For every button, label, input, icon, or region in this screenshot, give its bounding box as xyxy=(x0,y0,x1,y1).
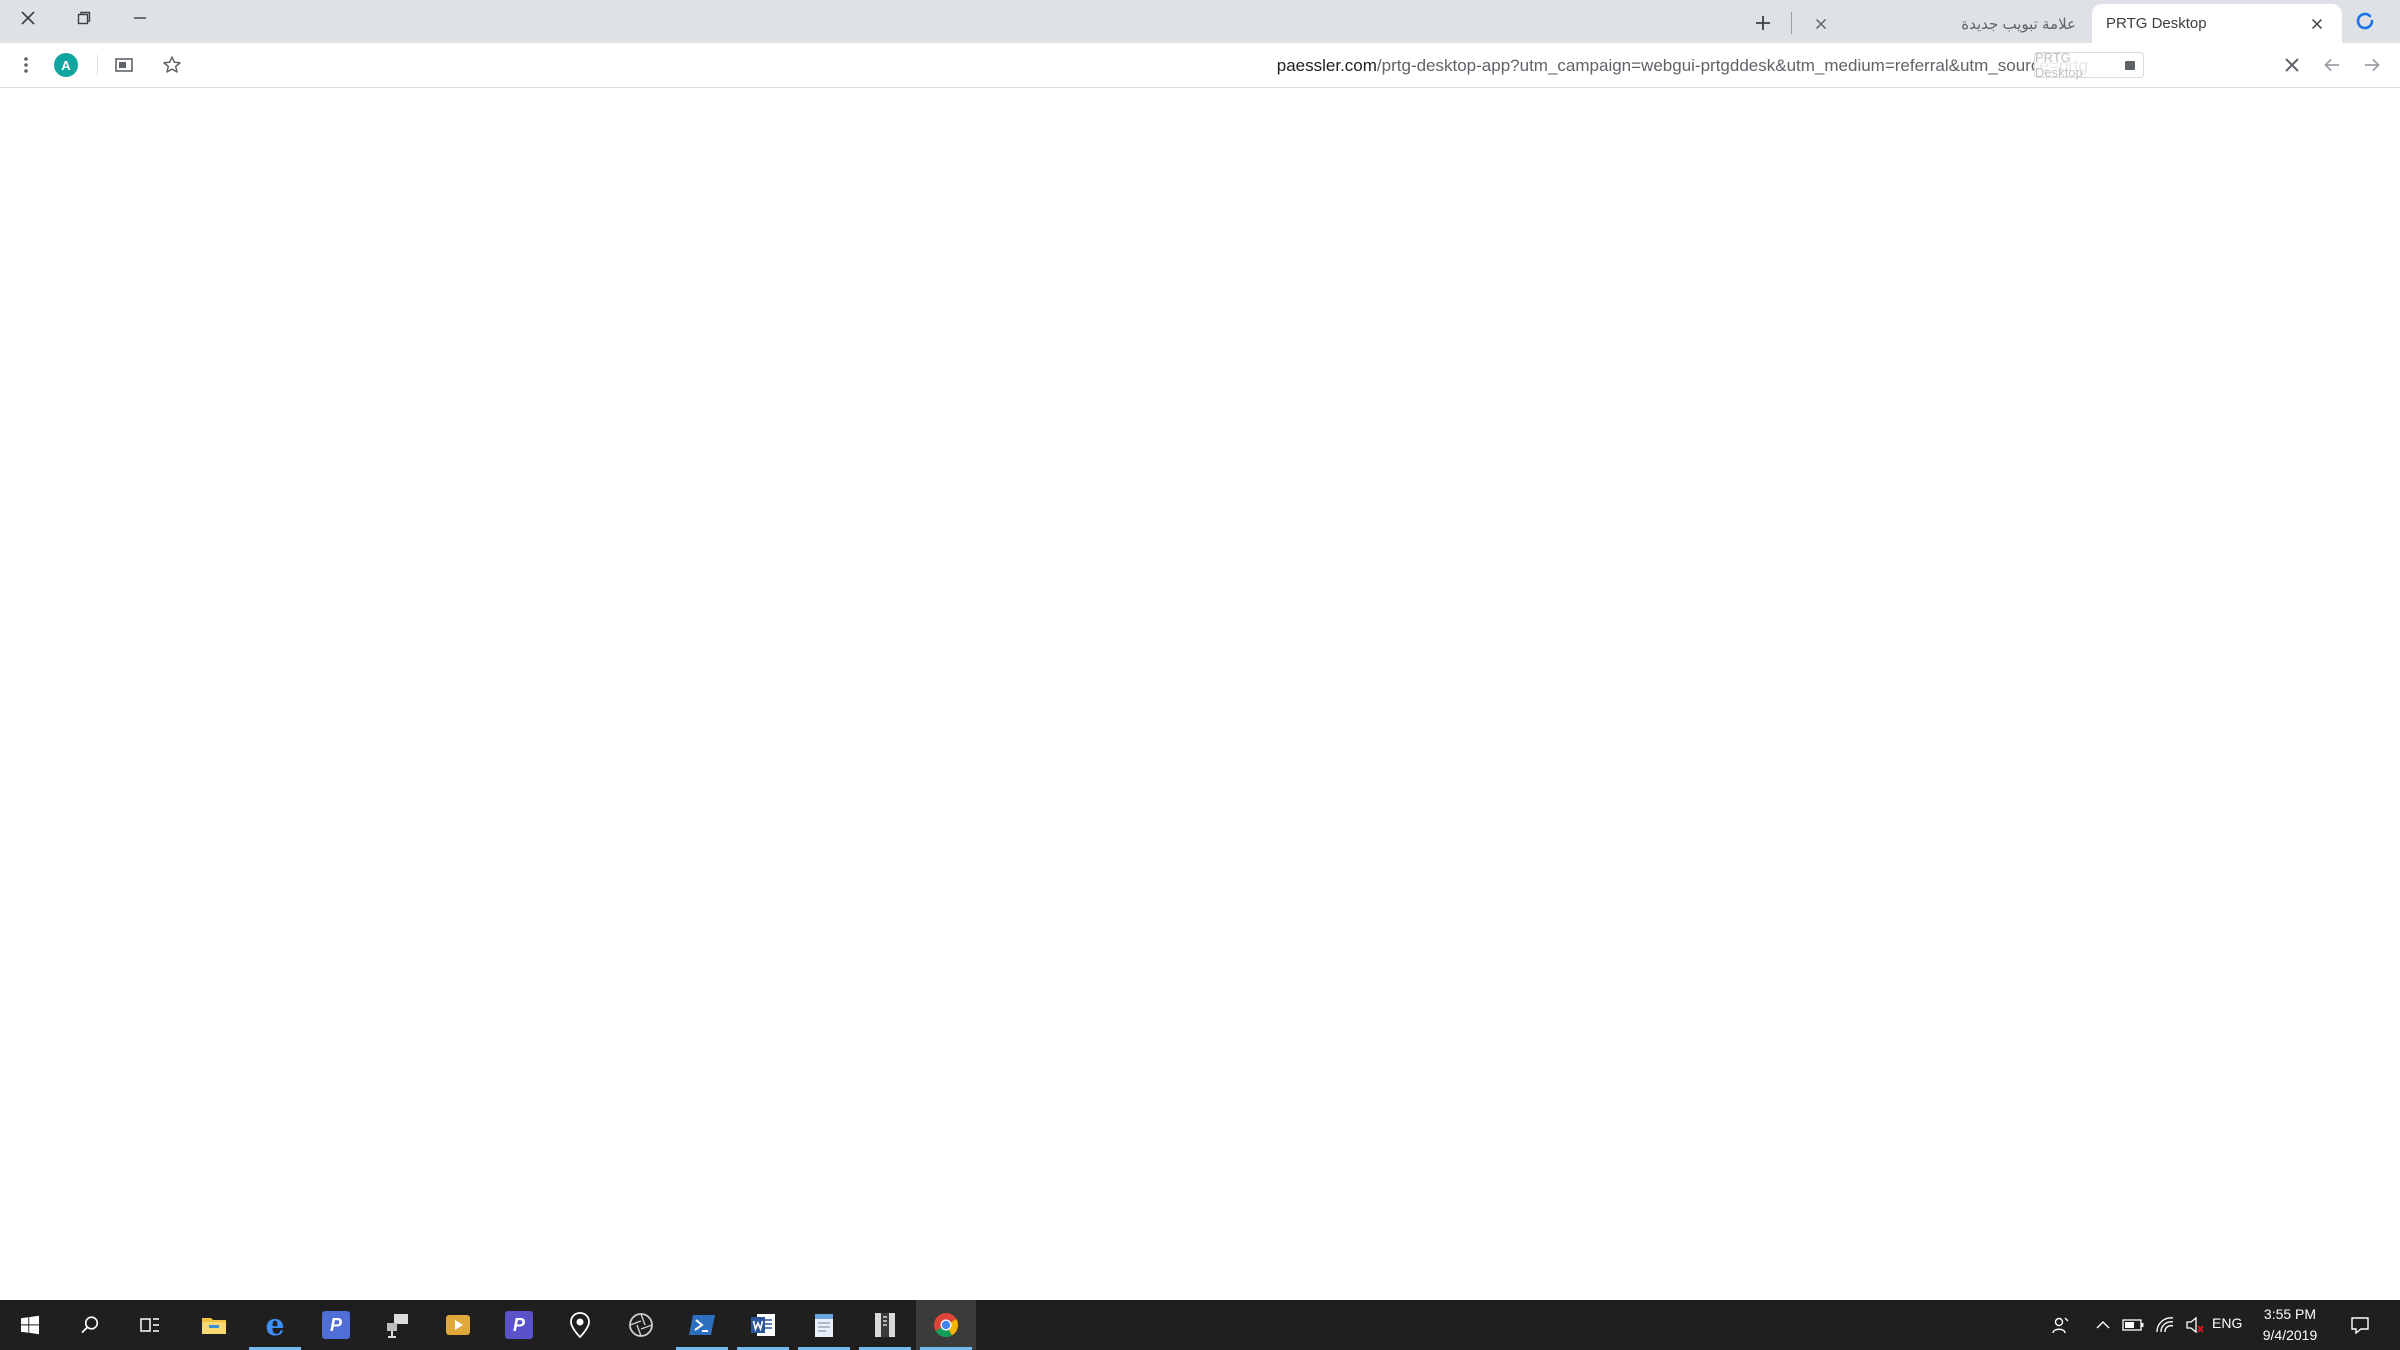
terminal-icon xyxy=(689,1315,715,1335)
arrow-right-icon xyxy=(2365,58,2380,72)
stop-loading-button[interactable] xyxy=(2276,49,2308,81)
chevron-up-icon xyxy=(2096,1321,2110,1329)
loading-icon xyxy=(2356,12,2374,30)
play-icon xyxy=(446,1315,470,1335)
taskbar-app-chrome[interactable] xyxy=(916,1300,976,1350)
taskbar-app-powershell[interactable] xyxy=(672,1300,732,1350)
task-view-icon xyxy=(140,1318,159,1332)
tray-clock[interactable]: 3:55 PM 9/4/2019 xyxy=(2250,1304,2330,1346)
window-close-button[interactable] xyxy=(0,0,56,36)
taskbar-app-camera[interactable] xyxy=(611,1300,671,1350)
taskbar-app-word[interactable] xyxy=(733,1300,793,1350)
search-button[interactable] xyxy=(60,1300,120,1350)
forward-button[interactable] xyxy=(2356,49,2388,81)
minimize-icon xyxy=(134,17,146,19)
tab-separator xyxy=(1791,12,1792,34)
menu-button[interactable] xyxy=(10,49,42,81)
battery-icon xyxy=(2122,1319,2144,1331)
tray-people-button[interactable] xyxy=(2044,1300,2078,1350)
action-center-button[interactable] xyxy=(2340,1300,2380,1350)
task-view-button[interactable] xyxy=(120,1300,180,1350)
network-icon xyxy=(387,1314,408,1338)
word-icon xyxy=(751,1314,775,1336)
close-icon xyxy=(2311,18,2323,29)
profile-avatar[interactable]: A xyxy=(54,53,78,77)
omnibox[interactable]: paessler.com/prtg-desktop-app?utm_campai… xyxy=(152,48,2264,82)
taskbar-app-notepad[interactable] xyxy=(794,1300,854,1350)
close-icon xyxy=(21,11,35,25)
cast-icon xyxy=(115,58,133,72)
taskbar-app-edge[interactable]: e xyxy=(245,1300,305,1350)
tab-prtg-desktop[interactable]: PRTG Desktop xyxy=(2092,4,2342,43)
tray-network[interactable] xyxy=(2150,1300,2180,1350)
password-indicator-label: PRTG Desktop xyxy=(2035,50,2083,80)
toolbar-separator xyxy=(97,55,98,75)
password-indicator[interactable]: PRTG Desktop xyxy=(2034,50,2144,80)
window-restore-button[interactable] xyxy=(56,0,112,36)
tray-battery[interactable] xyxy=(2118,1300,2148,1350)
tray-language[interactable]: ENG xyxy=(2212,1315,2242,1331)
taskbar-app-media-player[interactable] xyxy=(428,1300,488,1350)
restore-icon xyxy=(77,11,91,25)
close-icon xyxy=(1815,18,1827,29)
wifi-icon xyxy=(2156,1317,2174,1333)
loading-spinner xyxy=(2352,8,2378,34)
star-icon xyxy=(163,56,181,73)
clock-date: 9/4/2019 xyxy=(2262,1327,2318,1343)
tab-title: علامة تبويب جديدة xyxy=(1961,15,2076,33)
back-button[interactable] xyxy=(2316,49,2348,81)
taskbar-app-network-tool[interactable] xyxy=(367,1300,427,1350)
screen: علامة تبويب جديدة PRTG Desktop A paessle… xyxy=(0,0,2400,1350)
plus-icon xyxy=(1756,16,1770,30)
tray-overflow-button[interactable] xyxy=(2090,1300,2116,1350)
taskbar-app-maps[interactable] xyxy=(550,1300,610,1350)
tab-close-button[interactable] xyxy=(1810,13,1832,35)
tray-volume[interactable] xyxy=(2180,1300,2210,1350)
taskbar-app-file-explorer[interactable] xyxy=(184,1300,244,1350)
p-app-icon: P xyxy=(505,1311,533,1339)
lock-icon xyxy=(2125,60,2135,70)
url-path: /prtg-desktop-app?utm_campaign=webgui-pr… xyxy=(1376,56,2088,75)
tab-new-tab[interactable]: علامة تبويب جديدة xyxy=(1800,4,2090,43)
window-minimize-button[interactable] xyxy=(112,0,168,36)
chrome-icon xyxy=(934,1313,958,1338)
notification-icon xyxy=(2351,1317,2369,1334)
edge-icon: e xyxy=(265,1307,285,1343)
people-icon xyxy=(2052,1317,2069,1334)
start-button[interactable] xyxy=(0,1300,60,1350)
windows-logo-icon xyxy=(21,1315,39,1335)
archive-icon xyxy=(875,1313,895,1337)
kebab-menu-icon xyxy=(24,57,28,73)
page-content xyxy=(0,88,2400,1300)
cast-button[interactable] xyxy=(108,49,140,81)
browser-toolbar: A paessler.com/prtg-desktop-app?utm_camp… xyxy=(0,43,2400,88)
tab-title: PRTG Desktop xyxy=(2106,15,2207,32)
taskbar: e P P ENG 3:55 PM 9/4/2019 xyxy=(0,1300,2400,1350)
taskbar-app-p-blue[interactable]: P xyxy=(306,1300,366,1350)
tab-strip: علامة تبويب جديدة PRTG Desktop xyxy=(0,0,2400,43)
new-tab-button[interactable] xyxy=(1748,8,1778,38)
map-pin-icon xyxy=(570,1312,590,1338)
search-icon xyxy=(81,1316,99,1334)
taskbar-app-p-purple[interactable]: P xyxy=(489,1300,549,1350)
folder-icon xyxy=(202,1318,226,1334)
aperture-icon xyxy=(629,1313,653,1337)
close-icon xyxy=(2285,58,2299,72)
bookmark-star-button[interactable] xyxy=(156,49,188,81)
clock-time: 3:55 PM xyxy=(2263,1306,2317,1322)
notepad-icon xyxy=(815,1314,833,1337)
arrow-left-icon xyxy=(2324,58,2339,72)
url-host: paessler.com xyxy=(1276,56,1377,75)
taskbar-app-archive-tool[interactable] xyxy=(855,1300,915,1350)
p-app-icon: P xyxy=(322,1311,350,1339)
volume-muted-icon xyxy=(2186,1316,2204,1334)
tab-close-button[interactable] xyxy=(2306,13,2328,35)
url-text[interactable]: paessler.com/prtg-desktop-app?utm_campai… xyxy=(1277,56,2088,76)
